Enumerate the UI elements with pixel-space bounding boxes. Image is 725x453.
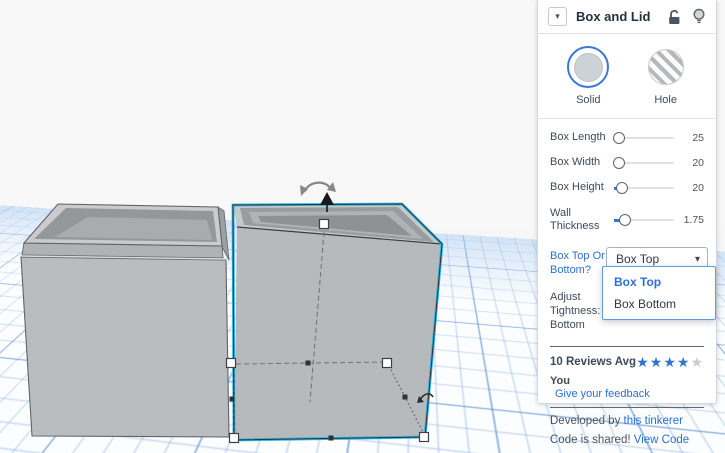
mid-handle-bottom[interactable] — [328, 435, 334, 441]
slider-knob[interactable] — [613, 131, 625, 144]
slider-label: Box Height — [550, 181, 604, 194]
star-icon[interactable]: ★ — [677, 354, 691, 370]
code-shared-text: Code is shared! — [550, 434, 631, 447]
star-rating[interactable]: ★★★★★ — [636, 355, 704, 369]
box-bottom-shape[interactable] — [20, 203, 230, 438]
reviews-summary: 10 Reviews Avg — [550, 356, 637, 369]
shape-inspector-panel: Box and Lid Solid Hole Box Length 25 — [537, 0, 717, 446]
scale-handle-top[interactable] — [318, 218, 330, 230]
box-lid-shape-selected[interactable] — [231, 202, 444, 442]
panel-title: Box and Lid — [576, 9, 651, 24]
slider-row-box-height: Box Height 20 — [550, 181, 704, 194]
solid-label: Solid — [576, 94, 601, 106]
slider-row-box-length: Box Length 25 — [550, 131, 704, 144]
code-shared-line: Code is shared! View Code — [538, 427, 716, 446]
box-height-slider[interactable] — [614, 181, 674, 194]
give-feedback-link[interactable]: Give your feedback — [555, 388, 704, 400]
star-icon[interactable]: ★ — [636, 354, 650, 370]
box-width-slider[interactable] — [613, 156, 674, 169]
developed-by-text: Developed by — [550, 415, 621, 428]
rotate-arrow-icon[interactable] — [300, 181, 336, 196]
scale-handle-left[interactable] — [225, 357, 237, 369]
reviews-row: 10 Reviews Avg ★★★★★ — [538, 347, 716, 369]
tightness-label: Adjust Tightness: Bottom — [550, 290, 601, 332]
mid-handle-left[interactable] — [229, 396, 235, 402]
developed-by-line: Developed by this tinkerer — [538, 408, 716, 427]
hole-swatch[interactable] — [647, 49, 684, 85]
star-icon[interactable]: ★ — [690, 354, 704, 370]
slider-group: Box Length 25 Box Width 20 Box Height 20… — [538, 119, 716, 233]
hole-label: Hole — [654, 94, 677, 106]
you-label: You — [550, 375, 570, 388]
slider-value: 20 — [692, 181, 704, 194]
menu-option-box-bottom[interactable]: Box Bottom — [603, 293, 715, 315]
slider-label: Box Width — [550, 156, 601, 169]
lightbulb-icon[interactable] — [692, 8, 706, 25]
box-length-slider[interactable] — [613, 131, 674, 144]
material-option-hole[interactable]: Hole — [631, 46, 701, 106]
menu-option-box-top[interactable]: Box Top — [603, 271, 715, 293]
slider-value: 25 — [692, 131, 704, 144]
slider-knob[interactable] — [616, 181, 628, 194]
scale-handle-mid-right[interactable] — [381, 357, 393, 369]
slider-value: 1.75 — [683, 213, 704, 226]
this-tinkerer-link[interactable]: this tinkerer — [624, 415, 683, 427]
slider-knob[interactable] — [613, 156, 625, 169]
slider-row-box-width: Box Width 20 — [550, 156, 704, 169]
feedback-block: You Give your feedback — [538, 369, 716, 400]
mid-handle-right[interactable] — [402, 394, 408, 400]
slider-label: Box Length — [550, 131, 606, 143]
unlock-icon[interactable] — [668, 9, 681, 25]
material-selector: Solid Hole — [538, 34, 716, 114]
scale-handle-bottom-left[interactable] — [228, 432, 240, 444]
star-icon[interactable]: ★ — [663, 354, 677, 370]
star-icon[interactable]: ★ — [650, 354, 664, 370]
select-label: Box Top Or Bottom? — [550, 249, 605, 277]
mid-handle-center[interactable] — [305, 360, 311, 366]
scale-handle-bottom-right[interactable] — [418, 431, 430, 443]
box-bottom-front-face[interactable] — [20, 256, 230, 438]
select-dropdown-menu: Box Top Box Bottom — [602, 266, 716, 320]
view-code-link[interactable]: View Code — [634, 434, 689, 446]
material-option-solid[interactable]: Solid — [553, 46, 623, 106]
solid-swatch[interactable] — [567, 46, 610, 88]
slider-value: 20 — [692, 156, 704, 169]
wall-thickness-slider[interactable] — [614, 213, 674, 226]
slider-row-wall-thickness: Wall Thickness 1.75 — [550, 207, 704, 233]
slider-knob[interactable] — [619, 213, 631, 226]
panel-header: Box and Lid — [538, 0, 716, 34]
slider-label: Wall Thickness — [550, 206, 600, 232]
collapse-caret-button[interactable] — [548, 7, 567, 26]
